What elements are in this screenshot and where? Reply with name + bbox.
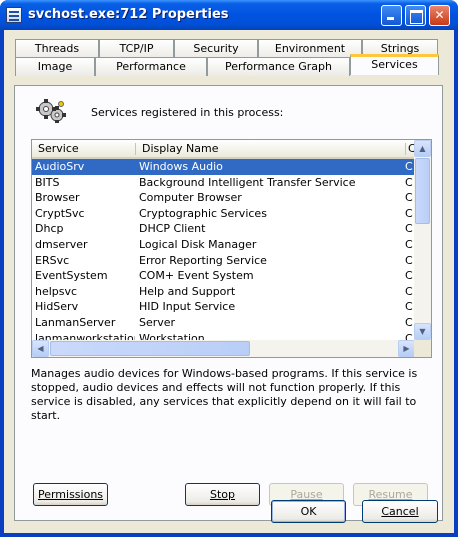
display-name-cell: COM+ Event System: [139, 269, 254, 283]
tab-performance[interactable]: Performance: [95, 57, 207, 76]
list-item[interactable]: LanmanServer Server C: [32, 315, 415, 331]
service-name-cell: BITS: [35, 175, 60, 189]
service-name-cell: Browser: [35, 191, 80, 205]
scroll-down-button[interactable]: ▼: [414, 323, 431, 340]
tab-services[interactable]: Services: [350, 54, 439, 75]
vertical-scrollbar[interactable]: ▲ ▼: [414, 140, 431, 340]
list-item[interactable]: helpsvc Help and Support C: [32, 284, 415, 300]
close-button[interactable]: ✕: [429, 5, 450, 26]
service-name-cell: LanmanServer: [35, 315, 116, 329]
list-item[interactable]: Dhcp DHCP Client C: [32, 221, 415, 237]
cancel-label: Cancel: [381, 505, 419, 518]
display-name-cell: Windows Audio: [139, 160, 223, 173]
services-list[interactable]: Service Display Name C AudioSrv Windows A…: [31, 139, 432, 358]
vertical-scroll-thumb[interactable]: [415, 158, 430, 224]
list-item[interactable]: AudioSrv Windows Audio C: [32, 159, 415, 175]
display-name-cell: Background Intelligent Transfer Service: [139, 175, 356, 189]
service-name-cell: ERSvc: [35, 253, 70, 267]
tab-tcpip[interactable]: TCP/IP: [99, 39, 174, 58]
list-item[interactable]: HidServ HID Input Service C: [32, 299, 415, 315]
column-header-display-name[interactable]: Display Name: [136, 140, 406, 157]
maximize-button[interactable]: [405, 5, 426, 26]
tab-image[interactable]: Image: [15, 57, 95, 76]
service-name-cell: dmserver: [35, 237, 88, 251]
service-name-cell: EventSystem: [35, 269, 108, 283]
permissions-label: Permissions: [37, 488, 104, 501]
window-title: svchost.exe:712 Properties: [28, 7, 229, 22]
title-bar[interactable]: svchost.exe:712 Properties ✕: [0, 0, 458, 30]
service-name-cell: Dhcp: [35, 222, 64, 236]
list-header: Service Display Name C: [32, 140, 416, 159]
list-item[interactable]: CryptSvc Cryptographic Services C: [32, 206, 415, 222]
list-item[interactable]: BITS Background Intelligent Transfer Serv…: [32, 175, 415, 191]
minimize-button[interactable]: [381, 5, 402, 26]
ok-button[interactable]: OK: [271, 500, 346, 523]
service-name-cell: CryptSvc: [35, 206, 85, 220]
list-rows: AudioSrv Windows Audio C BITS Background Int…: [32, 159, 415, 342]
horizontal-scroll-thumb[interactable]: [50, 341, 250, 356]
scroll-corner: [414, 340, 431, 357]
list-item[interactable]: EventSystem COM+ Event System C: [32, 268, 415, 284]
display-name-cell: DHCP Client: [139, 222, 206, 236]
service-name-cell: helpsvc: [35, 284, 78, 298]
window-icon[interactable]: [6, 7, 22, 23]
list-item[interactable]: dmserver Logical Disk Manager C: [32, 237, 415, 253]
gears-icon: [36, 99, 66, 123]
permissions-button[interactable]: Permissions: [33, 483, 108, 506]
display-name-cell: Logical Disk Manager: [139, 237, 257, 251]
tab-environment[interactable]: Environment: [258, 39, 362, 58]
stop-label: Stop: [209, 488, 235, 501]
display-name-cell: Cryptographic Services: [139, 206, 267, 220]
services-panel: Services registered in this process: Ser…: [14, 85, 443, 521]
stop-button[interactable]: Stop: [185, 483, 260, 506]
service-description: Manages audio devices for Windows-based …: [31, 367, 418, 422]
list-item[interactable]: ERSvc Error Reporting Service C: [32, 253, 415, 269]
services-header-label: Services registered in this process:: [91, 106, 284, 119]
scroll-up-button[interactable]: ▲: [414, 140, 431, 157]
tab-threads[interactable]: Threads: [15, 39, 99, 58]
tab-security[interactable]: Security: [174, 39, 258, 58]
list-item[interactable]: Browser Computer Browser C: [32, 190, 415, 206]
display-name-cell: HID Input Service: [139, 300, 236, 314]
scroll-left-button[interactable]: ◀: [32, 340, 49, 357]
dialog-client: Threads TCP/IP Security Environment Stri…: [4, 30, 454, 533]
display-name-cell: Computer Browser: [139, 191, 242, 205]
display-name-cell: Help and Support: [139, 284, 236, 298]
service-name-cell: AudioSrv: [35, 160, 85, 173]
horizontal-scrollbar[interactable]: ◀ ▶: [32, 340, 415, 357]
tab-performance-graph[interactable]: Performance Graph: [207, 57, 350, 76]
service-name-cell: HidServ: [35, 300, 79, 314]
column-header-service[interactable]: Service: [32, 140, 136, 157]
display-name-cell: Error Reporting Service: [139, 253, 267, 267]
properties-window: svchost.exe:712 Properties ✕ Threads TCP…: [0, 0, 458, 537]
display-name-cell: Server: [139, 315, 176, 329]
scroll-right-button[interactable]: ▶: [398, 340, 415, 357]
cancel-button[interactable]: Cancel: [362, 500, 438, 523]
